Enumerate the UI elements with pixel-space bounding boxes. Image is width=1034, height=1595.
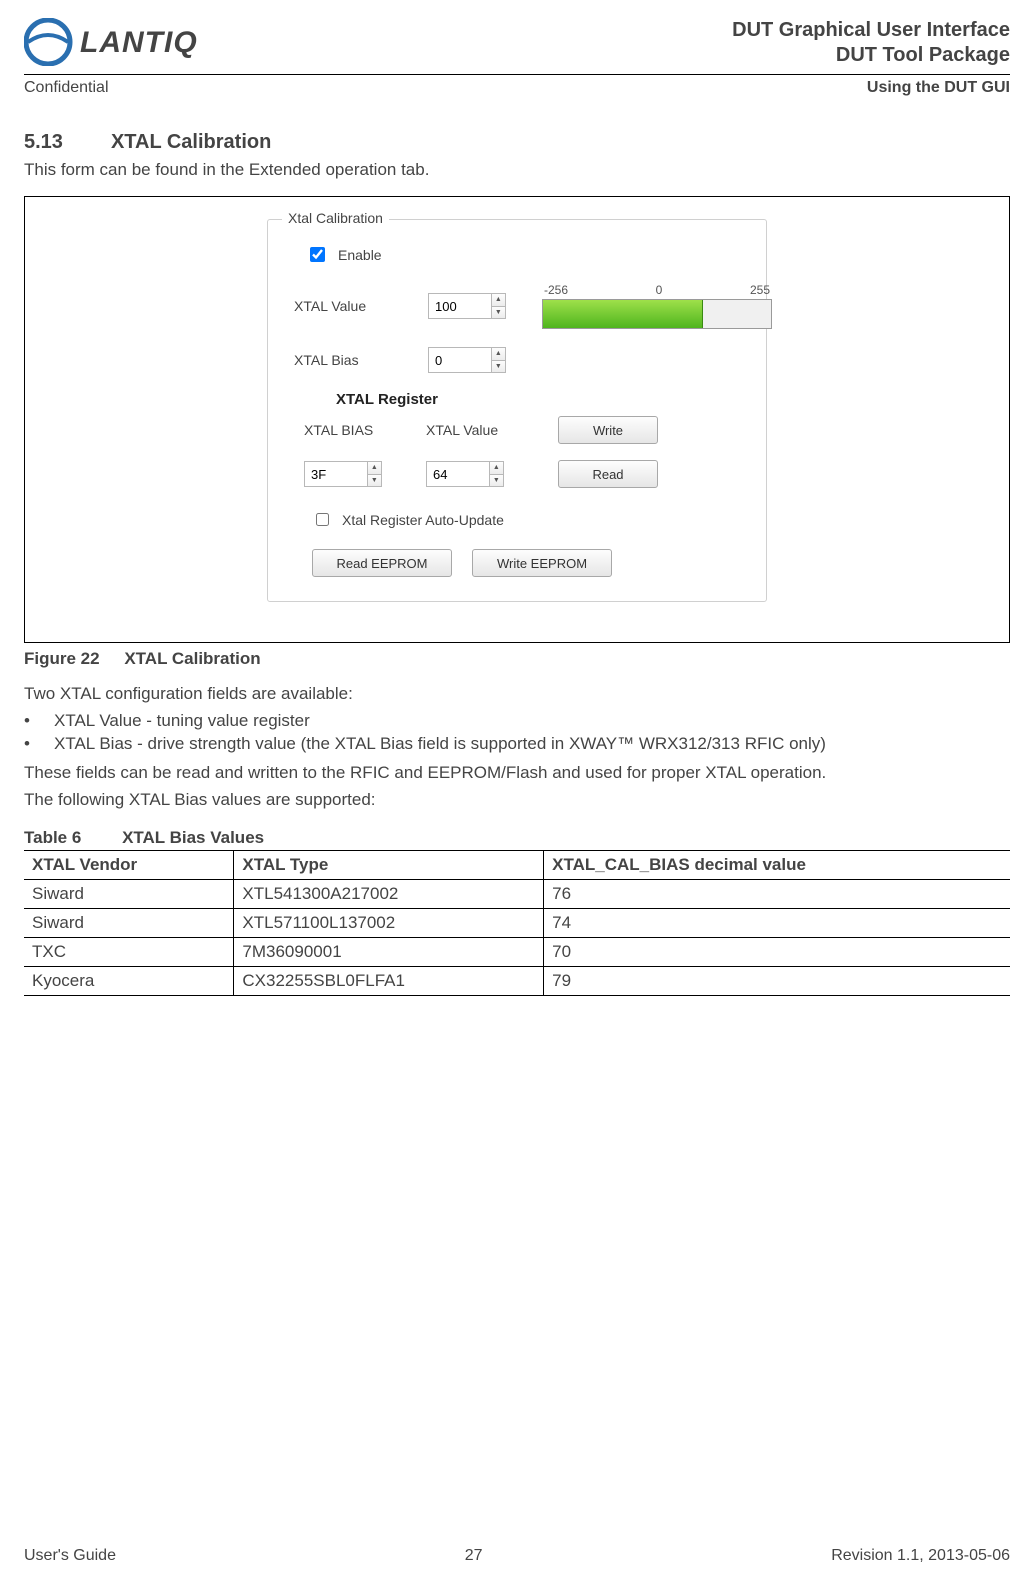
table-cell: Siward <box>24 879 234 908</box>
xtal-value-input[interactable] <box>429 294 491 318</box>
xtal-bias-table: XTAL Vendor XTAL Type XTAL_CAL_BIAS deci… <box>24 850 1010 996</box>
footer-right: Revision 1.1, 2013-05-06 <box>831 1547 1010 1565</box>
table-cell: XTL571100L137002 <box>234 908 544 937</box>
table-row: KyoceraCX32255SBL0FLFA179 <box>24 966 1010 995</box>
xtal-bias-spinbox[interactable]: ▲ ▼ <box>428 347 506 373</box>
reg-bias-label: XTAL BIAS <box>304 422 404 438</box>
table-cell: Kyocera <box>24 966 234 995</box>
write-eeprom-button[interactable]: Write EEPROM <box>472 549 612 577</box>
xtal-value-spinbox[interactable]: ▲ ▼ <box>428 293 506 319</box>
table-row: SiwardXTL541300A21700276 <box>24 879 1010 908</box>
auto-update-checkbox[interactable] <box>316 513 329 526</box>
table-cell: CX32255SBL0FLFA1 <box>234 966 544 995</box>
table-cell: XTL541300A217002 <box>234 879 544 908</box>
spin-up-icon[interactable]: ▲ <box>492 348 505 361</box>
spin-up-icon[interactable]: ▲ <box>492 294 505 307</box>
groupbox-legend: Xtal Calibration <box>282 210 389 226</box>
spin-up-icon[interactable]: ▲ <box>368 462 381 475</box>
footer-left: User's Guide <box>24 1547 116 1565</box>
xtal-value-gauge[interactable] <box>542 299 772 329</box>
table-cell: 79 <box>544 966 1010 995</box>
company-logo: LANTIQ <box>24 18 234 66</box>
table-cell: 76 <box>544 879 1010 908</box>
enable-label: Enable <box>338 247 382 263</box>
section-number: 5.13 <box>24 131 63 154</box>
section-intro: This form can be found in the Extended o… <box>24 160 1010 180</box>
spin-down-icon[interactable]: ▼ <box>368 475 381 487</box>
xtal-bias-input[interactable] <box>429 348 491 372</box>
table-cell: 70 <box>544 937 1010 966</box>
spin-down-icon[interactable]: ▼ <box>492 307 505 319</box>
th-bias: XTAL_CAL_BIAS decimal value <box>544 850 1010 879</box>
svg-text:LANTIQ: LANTIQ <box>80 26 198 59</box>
spin-up-icon[interactable]: ▲ <box>490 462 503 475</box>
table-row: SiwardXTL571100L13700274 <box>24 908 1010 937</box>
bullet-1: XTAL Value - tuning value register <box>54 710 310 733</box>
xtal-calibration-group: Xtal Calibration Enable XTAL Value ▲ ▼ -… <box>267 219 767 602</box>
figure-title: XTAL Calibration <box>124 649 260 668</box>
reg-value-label: XTAL Value <box>426 422 536 438</box>
enable-checkbox[interactable] <box>310 247 325 262</box>
doc-title-1: DUT Graphical User Interface <box>732 18 1010 43</box>
figure-frame: Xtal Calibration Enable XTAL Value ▲ ▼ -… <box>24 196 1010 643</box>
body-p1: Two XTAL configuration fields are availa… <box>24 683 1010 706</box>
reg-value-spinbox[interactable]: ▲ ▼ <box>426 461 504 487</box>
table-cell: Siward <box>24 908 234 937</box>
spin-down-icon[interactable]: ▼ <box>490 475 503 487</box>
bullet-2: XTAL Bias - drive strength value (the XT… <box>54 733 826 756</box>
gauge-mid: 0 <box>656 283 663 297</box>
body-p3: The following XTAL Bias values are suppo… <box>24 789 1010 812</box>
xtal-value-label: XTAL Value <box>294 298 414 314</box>
gauge-max: 255 <box>750 283 770 297</box>
auto-update-label: Xtal Register Auto-Update <box>342 512 504 528</box>
figure-number: Figure 22 <box>24 649 100 668</box>
table-cell: 74 <box>544 908 1010 937</box>
xtal-register-heading: XTAL Register <box>336 391 748 408</box>
write-button[interactable]: Write <box>558 416 658 444</box>
spin-down-icon[interactable]: ▼ <box>492 361 505 373</box>
table-row: TXC7M3609000170 <box>24 937 1010 966</box>
th-type: XTAL Type <box>234 850 544 879</box>
table-number: Table 6 <box>24 828 81 847</box>
xtal-bias-label: XTAL Bias <box>294 352 414 368</box>
reg-bias-input[interactable] <box>305 462 367 486</box>
section-title: XTAL Calibration <box>111 131 271 154</box>
reg-value-input[interactable] <box>427 462 489 486</box>
chapter-label: Using the DUT GUI <box>867 79 1010 97</box>
body-p2: These fields can be read and written to … <box>24 762 1010 785</box>
read-eeprom-button[interactable]: Read EEPROM <box>312 549 452 577</box>
table-title: XTAL Bias Values <box>122 828 264 847</box>
gauge-min: -256 <box>544 283 568 297</box>
confidential-label: Confidential <box>24 79 109 97</box>
th-vendor: XTAL Vendor <box>24 850 234 879</box>
table-cell: TXC <box>24 937 234 966</box>
doc-title-2: DUT Tool Package <box>732 43 1010 68</box>
footer-center: 27 <box>465 1547 483 1565</box>
read-button[interactable]: Read <box>558 460 658 488</box>
table-cell: 7M36090001 <box>234 937 544 966</box>
reg-bias-spinbox[interactable]: ▲ ▼ <box>304 461 382 487</box>
